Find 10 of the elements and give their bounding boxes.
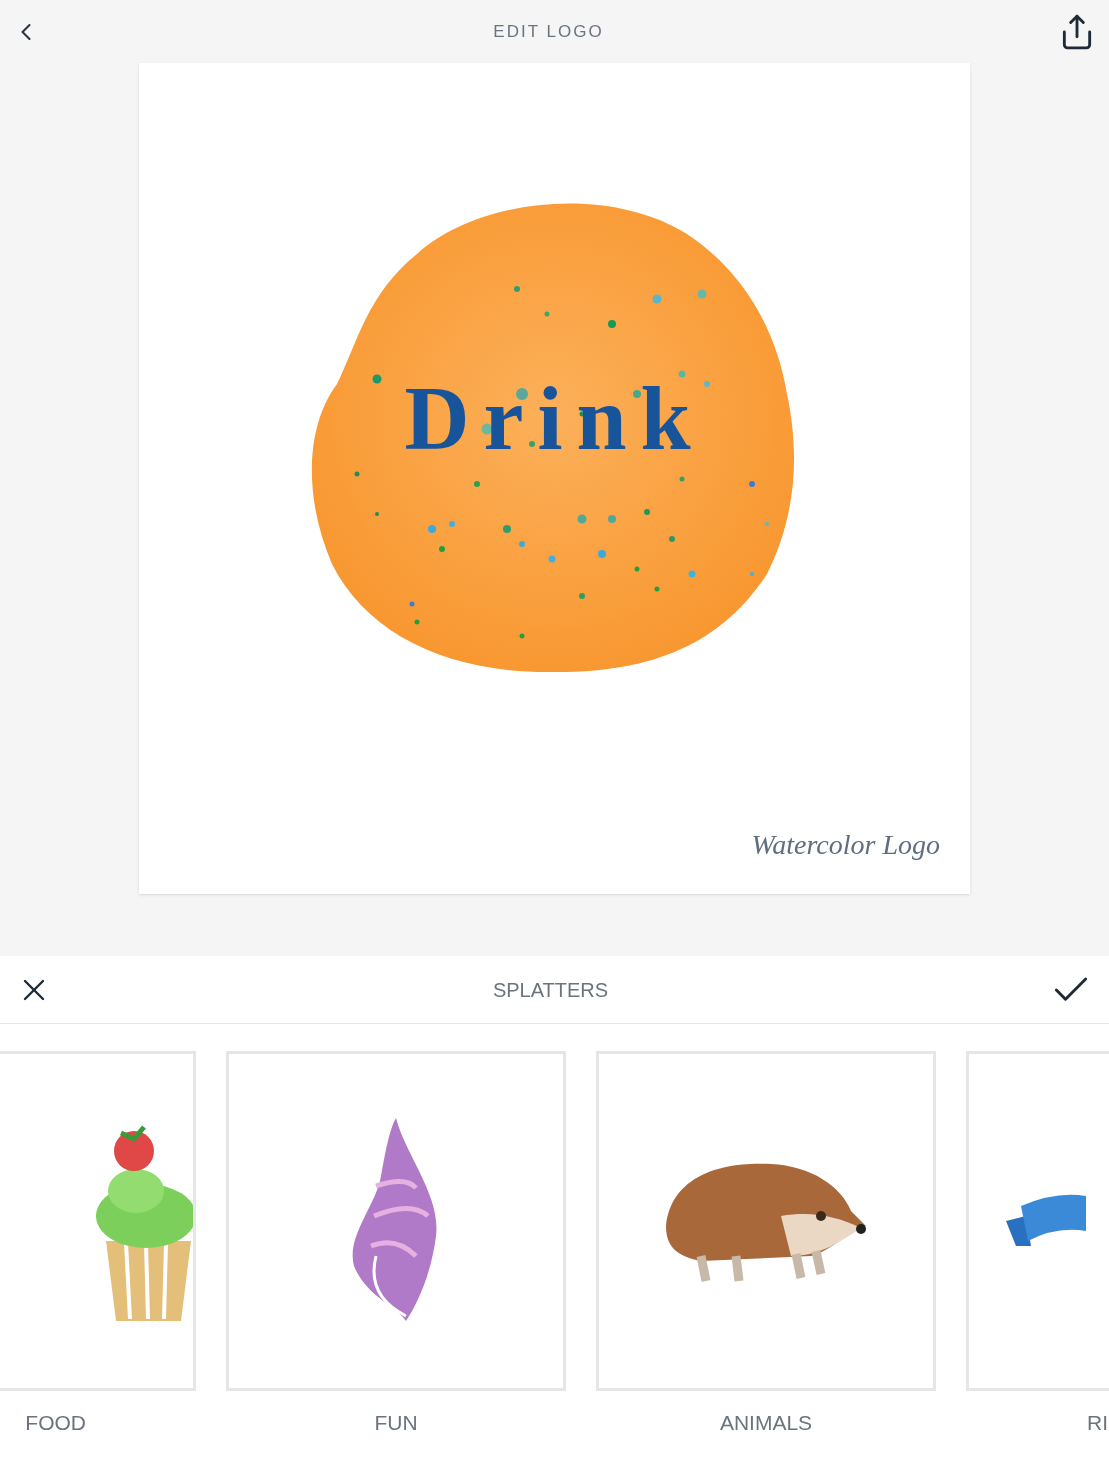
- screen-title: EDIT LOGO: [493, 20, 604, 43]
- category-card[interactable]: [226, 1051, 566, 1391]
- category-label: RI: [1087, 1410, 1108, 1436]
- category-label: FOOD: [25, 1410, 86, 1436]
- category-card[interactable]: [596, 1051, 936, 1391]
- category-label: FUN: [374, 1410, 418, 1436]
- signature-text: Watercolor Logo: [751, 828, 940, 862]
- logo-text: Drink: [404, 368, 705, 470]
- category-label: ANIMALS: [719, 1410, 813, 1436]
- panel-title: SPLATTERS: [492, 977, 609, 1003]
